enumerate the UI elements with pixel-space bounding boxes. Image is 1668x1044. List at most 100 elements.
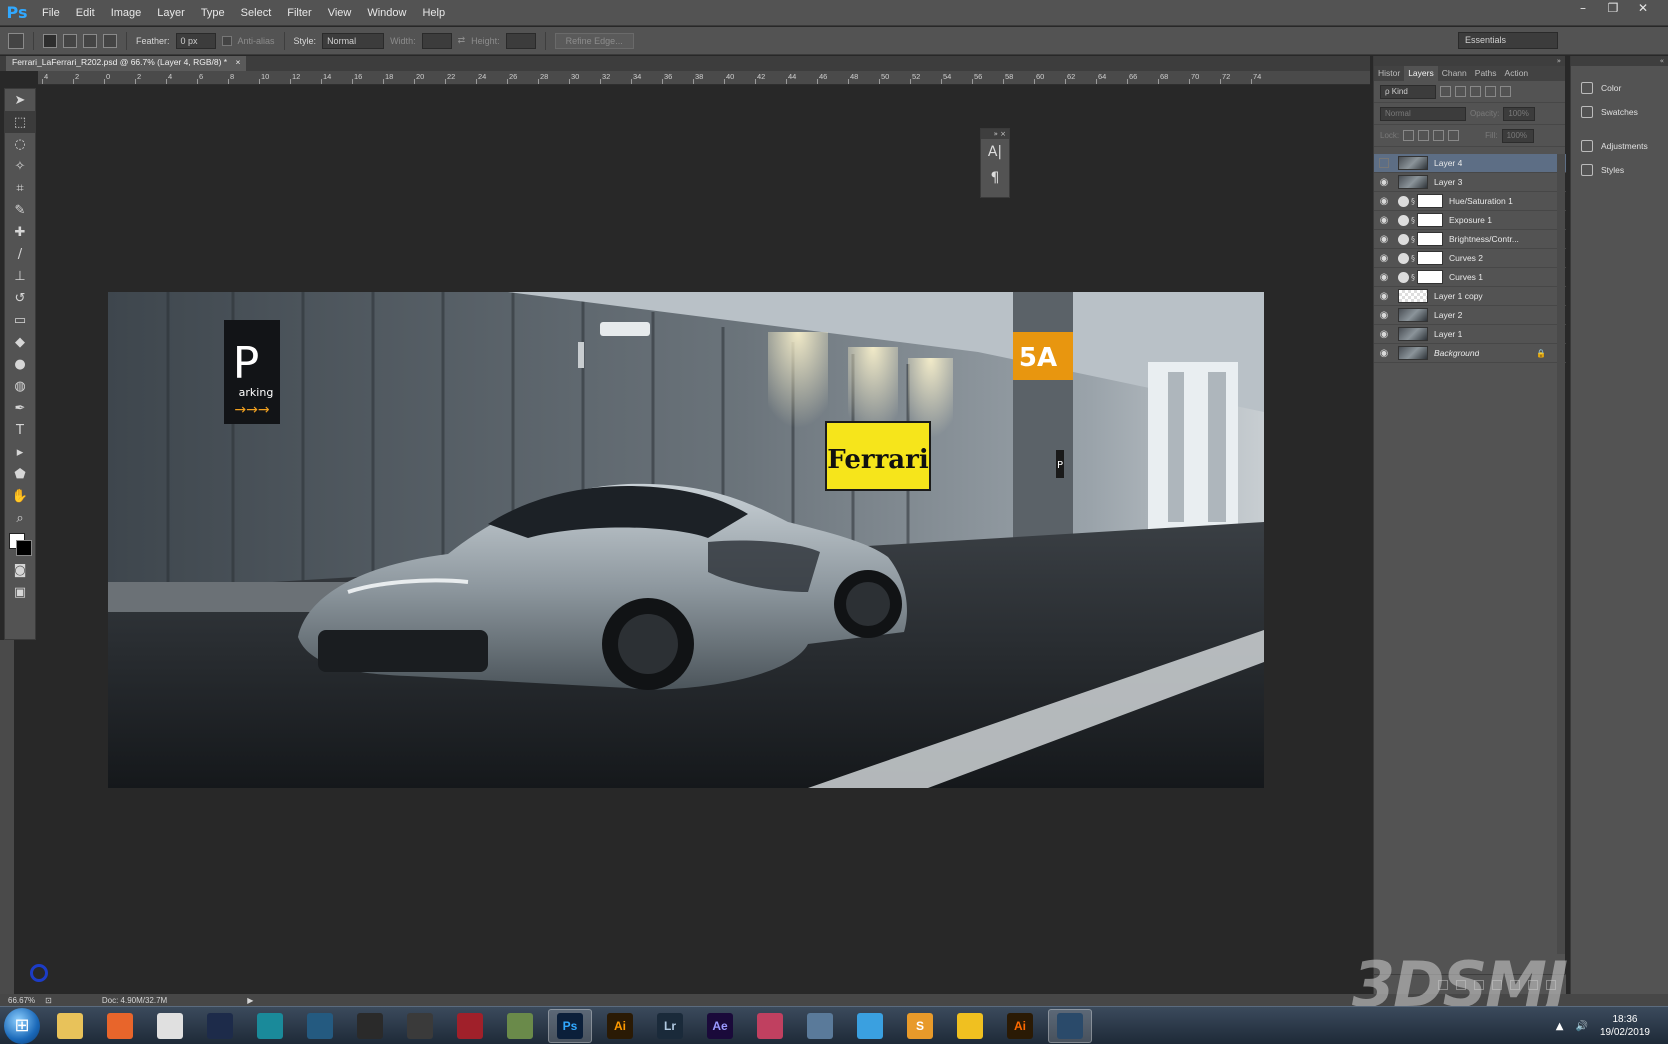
move-tool-icon[interactable]: ➤ [5,89,35,111]
tab-chann[interactable]: Chann [1438,66,1471,81]
kind-filter-select[interactable]: ρ Kind [1380,84,1436,99]
panel-collapse-icon[interactable]: « [1571,56,1668,66]
dodge-tool-icon[interactable]: ◍ [5,375,35,397]
taskbar-app-app-paint[interactable] [748,1009,792,1043]
panel-adjustments[interactable]: Adjustments [1571,134,1668,158]
hand-tool-icon[interactable]: ✋ [5,485,35,507]
taskbar-app-sublime[interactable]: S [898,1009,942,1043]
taskbar-app-3dsmax[interactable] [248,1009,292,1043]
marquee-preset-icon[interactable] [8,32,24,49]
menu-type[interactable]: Type [193,0,233,26]
minimize-button[interactable]: – [1570,0,1596,16]
magic-wand-tool-icon[interactable]: ✧ [5,155,35,177]
taskbar-app-cinema4d[interactable] [198,1009,242,1043]
layer-mask-thumbnail[interactable] [1417,251,1443,265]
volume-icon[interactable]: 🔊 [1575,1021,1587,1032]
layer-name[interactable]: Curves 1 [1449,272,1483,282]
layer-thumbnail[interactable] [1398,327,1428,341]
bucket-tool-icon[interactable]: ◆ [5,331,35,353]
close-tab-icon[interactable]: × [235,57,240,67]
visibility-eye-icon[interactable]: ◉ [1374,291,1394,302]
intersect-selection-icon[interactable] [103,33,117,48]
layer-mask-thumbnail[interactable] [1417,270,1443,284]
add-selection-icon[interactable] [63,33,77,48]
canvas-area[interactable]: 5A P arking →→→ Ferrari P [38,86,1370,994]
color-swatches[interactable] [5,529,35,559]
taskbar-app-photoshop[interactable]: Ps [548,1008,592,1043]
layer-thumbnail[interactable] [1398,308,1428,322]
path-select-tool-icon[interactable]: ▸ [5,441,35,463]
visibility-eye-icon[interactable]: ◉ [1374,310,1394,321]
taskbar-app-app-duck[interactable] [948,1009,992,1043]
visibility-eye-icon[interactable]: ◉ [1374,215,1394,226]
taskbar-app-app-blue[interactable] [298,1009,342,1043]
filter-shape-icon[interactable] [1485,86,1496,97]
taskbar-app-zbrush[interactable] [348,1009,392,1043]
taskbar-app-app-helmet[interactable] [398,1009,442,1043]
layer-name[interactable]: Layer 1 [1434,329,1462,339]
menu-select[interactable]: Select [233,0,280,26]
taskbar-app-app-sky[interactable] [848,1009,892,1043]
status-menu-arrow-icon[interactable]: ▶ [247,996,253,1005]
width-input[interactable] [421,32,452,49]
lock-position-icon[interactable] [1433,130,1445,141]
layer-name[interactable]: Hue/Saturation 1 [1449,196,1513,206]
taskbar-app-illustrator2[interactable]: Ai [998,1009,1042,1043]
panel-styles[interactable]: Styles [1571,158,1668,182]
menu-edit[interactable]: Edit [68,0,103,26]
layer-name[interactable]: Curves 2 [1449,253,1483,263]
menu-file[interactable]: File [34,0,68,26]
mask-link-icon[interactable]: § [1411,197,1415,206]
tab-paths[interactable]: Paths [1471,66,1501,81]
menu-view[interactable]: View [320,0,360,26]
taskbar-app-chrome[interactable] [148,1009,192,1043]
layer-thumbnail[interactable] [1398,289,1428,303]
type-tool-icon[interactable]: T [5,419,35,441]
layer-name[interactable]: Layer 3 [1434,177,1462,187]
character-panel-icon[interactable]: A| [981,139,1009,165]
taskbar-app-lightroom[interactable]: Lr [648,1009,692,1043]
visibility-off-icon[interactable] [1379,158,1389,168]
antialias-checkbox[interactable] [221,35,232,46]
zoom-tool-icon[interactable]: ⌕ [5,507,35,529]
lock-transparent-icon[interactable] [1403,130,1415,141]
visibility-eye-icon[interactable]: ◉ [1374,177,1394,188]
restore-button[interactable]: ❐ [1600,0,1626,16]
layer-mask-thumbnail[interactable] [1417,232,1443,246]
visibility-eye-icon[interactable]: ◉ [1374,272,1394,283]
layer-thumbnail[interactable] [1398,346,1428,360]
visibility-eye-icon[interactable]: ◉ [1374,196,1394,207]
visibility-eye-icon[interactable]: ◉ [1374,253,1394,264]
tab-action[interactable]: Action [1501,66,1533,81]
layer-row[interactable]: ◉ Background 🔒 [1374,344,1566,363]
mask-link-icon[interactable]: § [1411,273,1415,282]
layer-row[interactable]: Layer 4 [1374,154,1566,173]
menu-help[interactable]: Help [414,0,453,26]
height-input[interactable] [505,32,536,49]
opacity-input[interactable]: 100% [1503,106,1536,121]
layer-row[interactable]: ◉ § Curves 1 [1374,268,1566,287]
healing-tool-icon[interactable]: ✚ [5,221,35,243]
close-button[interactable]: ✕ [1630,0,1656,16]
background-color[interactable] [16,540,32,556]
tray-expand-icon[interactable]: ▲ [1556,1021,1564,1032]
paragraph-panel-icon[interactable]: ¶ [981,165,1009,191]
layer-row[interactable]: ◉ Layer 1 [1374,325,1566,344]
menu-image[interactable]: Image [103,0,150,26]
document-image[interactable]: 5A P arking →→→ Ferrari P [108,292,1264,788]
panel-color[interactable]: Color [1571,76,1668,100]
mask-link-icon[interactable]: § [1411,235,1415,244]
layers-scrollbar[interactable] [1557,154,1565,954]
new-selection-icon[interactable] [43,33,57,48]
visibility-eye-icon[interactable]: ◉ [1374,348,1394,359]
document-tab[interactable]: Ferrari_LaFerrari_R202.psd @ 66.7% (Laye… [6,56,247,71]
eraser-tool-icon[interactable]: ▭ [5,309,35,331]
clock[interactable]: 18:36 19/02/2019 [1600,1013,1650,1039]
tab-layers[interactable]: Layers [1404,66,1438,81]
layer-row[interactable]: ◉ § Brightness/Contr... [1374,230,1566,249]
feather-input[interactable]: 0 px [175,32,216,49]
tab-histor[interactable]: Histor [1374,66,1404,81]
filter-pixel-icon[interactable] [1440,86,1451,97]
layer-row[interactable]: ◉ § Exposure 1 [1374,211,1566,230]
shape-tool-icon[interactable]: ⬟ [5,463,35,485]
